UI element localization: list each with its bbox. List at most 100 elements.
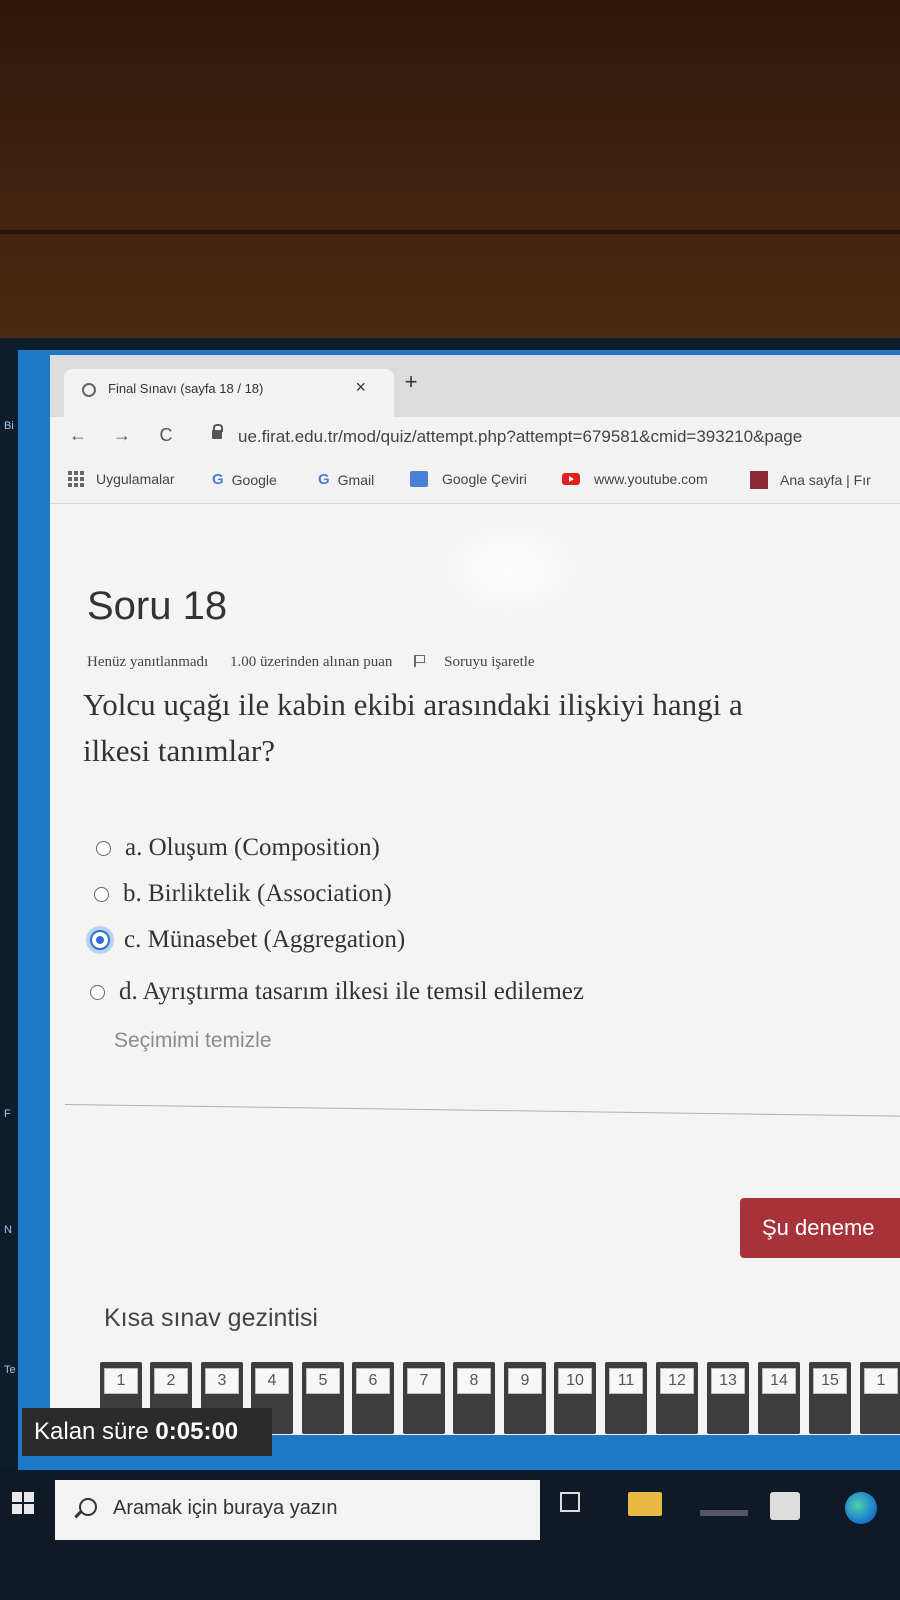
- page-number: 4: [255, 1368, 289, 1394]
- store-icon[interactable]: [770, 1492, 800, 1520]
- firat-icon: [750, 471, 768, 489]
- apps-grid-icon: [68, 471, 86, 487]
- bookmark-label: Google: [231, 471, 277, 488]
- question-title: Soru 18: [87, 584, 228, 628]
- question-points: 1.00 üzerinden alınan puan: [229, 654, 393, 670]
- back-icon[interactable]: ←: [66, 425, 90, 446]
- flag-icon: [414, 655, 426, 667]
- quiz-nav-page-button[interactable]: 12: [656, 1362, 698, 1434]
- file-explorer-icon[interactable]: [628, 1492, 662, 1516]
- quiz-nav-page-button[interactable]: 13: [707, 1362, 749, 1434]
- quiz-nav-page-button[interactable]: 5: [302, 1362, 344, 1434]
- answer-label: a. Oluşum (Composition): [125, 834, 380, 861]
- quiz-nav-page-button[interactable]: 14: [758, 1362, 800, 1434]
- bookmark-label: Gmail: [337, 471, 375, 488]
- bookmark-google[interactable]: G Google: [212, 471, 277, 488]
- bookmark-label: Ana sayfa | Fır: [780, 472, 871, 488]
- address-bar[interactable]: ue.firat.edu.tr/mod/quiz/attempt.php?att…: [238, 427, 802, 447]
- bookmark-label: www.youtube.com: [594, 471, 708, 487]
- bookmark-google-translate[interactable]: Google Çeviri: [410, 471, 527, 487]
- answer-label: c. Münasebet (Aggregation): [124, 926, 406, 953]
- radio-button[interactable]: [90, 984, 105, 1000]
- clear-choice-link[interactable]: Seçimimi temizle: [114, 1029, 272, 1053]
- page-number: 3: [205, 1368, 239, 1394]
- desktop-edge-text: F: [4, 1108, 11, 1120]
- page-number: 8: [457, 1368, 491, 1394]
- bookmark-label: Uygulamalar: [96, 471, 175, 487]
- timer-label: Kalan süre: [34, 1418, 149, 1445]
- reload-icon[interactable]: C: [154, 425, 178, 446]
- page-number: 1: [864, 1368, 898, 1394]
- quiz-nav-page-button[interactable]: 11: [605, 1362, 647, 1434]
- bookmark-firat-home[interactable]: Ana sayfa | Fır: [750, 471, 871, 489]
- bookmark-youtube[interactable]: www.youtube.com: [562, 471, 708, 487]
- bookmarks-bar: Uygulamalar G Google G Gmail Google Çevi…: [50, 459, 900, 504]
- browser-toolbar: ← → C ue.firat.edu.tr/mod/quiz/attempt.p…: [50, 417, 900, 459]
- answer-label: b. Birliktelik (Association): [123, 880, 392, 907]
- question-info: Henüz yanıtlanmadı 1.00 üzerinden alınan…: [87, 654, 571, 671]
- page-number: 9: [508, 1368, 542, 1394]
- page-number: 15: [813, 1368, 847, 1394]
- quiz-nav-page-button[interactable]: 6: [352, 1362, 394, 1434]
- quiz-nav-page-button[interactable]: 7: [403, 1362, 445, 1434]
- answer-option-a[interactable]: a. Oluşum (Composition): [96, 834, 380, 862]
- bookmark-apps[interactable]: Uygulamalar: [68, 471, 175, 487]
- google-translate-icon: [410, 471, 428, 487]
- flag-question-link[interactable]: Soruyu işaretle: [414, 654, 552, 670]
- page-number: 6: [356, 1368, 390, 1394]
- windows-taskbar: Aramak için buraya yazın: [0, 1470, 900, 1600]
- browser-window: Final Sınavı (sayfa 18 / 18) × + ← → C u…: [50, 355, 900, 1435]
- radio-button[interactable]: [94, 886, 109, 902]
- answer-label: d. Ayrıştırma tasarım ilkesi ile temsil …: [119, 978, 584, 1005]
- quiz-navigation-title: Kısa sınav gezintisi: [104, 1304, 318, 1332]
- desktop-edge-text: N: [4, 1224, 12, 1236]
- moodle-favicon-icon: [82, 383, 96, 397]
- quiz-nav-page-button[interactable]: 15: [809, 1362, 851, 1434]
- page-number: 10: [558, 1368, 592, 1394]
- search-placeholder: Aramak için buraya yazın: [113, 1497, 338, 1519]
- tab-title: Final Sınavı (sayfa 18 / 18): [108, 381, 264, 396]
- quiz-nav-page-button[interactable]: 10: [554, 1362, 596, 1434]
- question-status: Henüz yanıtlanmadı: [87, 654, 209, 670]
- desktop-edge-text: Bi: [4, 420, 14, 432]
- forward-icon[interactable]: →: [110, 425, 134, 446]
- page-number: 14: [762, 1368, 796, 1394]
- page-number: 2: [154, 1368, 188, 1394]
- quiz-nav-page-button[interactable]: 8: [453, 1362, 495, 1434]
- question-text-line: Yolcu uçağı ile kabin ekibi arasındaki i…: [83, 687, 743, 722]
- google-icon: G: [318, 471, 330, 488]
- bookmark-label: Google Çeviri: [442, 471, 527, 487]
- edge-browser-icon[interactable]: [845, 1492, 877, 1524]
- youtube-icon: [562, 473, 580, 485]
- close-tab-icon[interactable]: ×: [355, 377, 366, 398]
- shelf-edge: [0, 230, 900, 234]
- divider: [64, 1104, 900, 1117]
- page-number: 13: [711, 1368, 745, 1394]
- answer-option-b[interactable]: b. Birliktelik (Association): [94, 880, 392, 908]
- lock-icon: [212, 424, 223, 439]
- taskbar-search-box[interactable]: Aramak için buraya yazın: [55, 1480, 540, 1540]
- quiz-nav-page-button[interactable]: 9: [504, 1362, 546, 1434]
- radio-button[interactable]: [96, 840, 111, 856]
- tab-bar: Final Sınavı (sayfa 18 / 18) × +: [50, 355, 900, 417]
- taskbar-app-icon[interactable]: [700, 1510, 748, 1516]
- page-number: 1: [104, 1368, 138, 1394]
- question-text-line: ilkesi tanımlar?: [83, 733, 275, 768]
- page-number: 12: [660, 1368, 694, 1394]
- new-tab-button[interactable]: +: [396, 369, 426, 395]
- task-view-icon[interactable]: [560, 1492, 580, 1512]
- timer-value: 0:05:00: [155, 1418, 239, 1445]
- time-remaining: Kalan süre 0:05:00: [22, 1408, 272, 1456]
- screen-glare: [430, 514, 590, 624]
- windows-start-icon[interactable]: [12, 1492, 34, 1514]
- bookmark-gmail[interactable]: G Gmail: [318, 471, 374, 488]
- radio-button-selected[interactable]: [90, 930, 110, 950]
- answer-option-c[interactable]: c. Münasebet (Aggregation): [90, 926, 405, 954]
- tab-final-exam[interactable]: Final Sınavı (sayfa 18 / 18) ×: [64, 369, 394, 417]
- answer-option-d[interactable]: d. Ayrıştırma tasarım ilkesi ile temsil …: [90, 978, 584, 1006]
- quiz-nav-page-button[interactable]: 1: [860, 1362, 900, 1434]
- quiz-page: Soru 18 Henüz yanıtlanmadı 1.00 üzerinde…: [50, 504, 900, 1435]
- finish-attempt-button[interactable]: Şu deneme: [740, 1198, 900, 1258]
- room-background: [0, 0, 900, 345]
- question-text: Yolcu uçağı ile kabin ekibi arasındaki i…: [83, 682, 900, 774]
